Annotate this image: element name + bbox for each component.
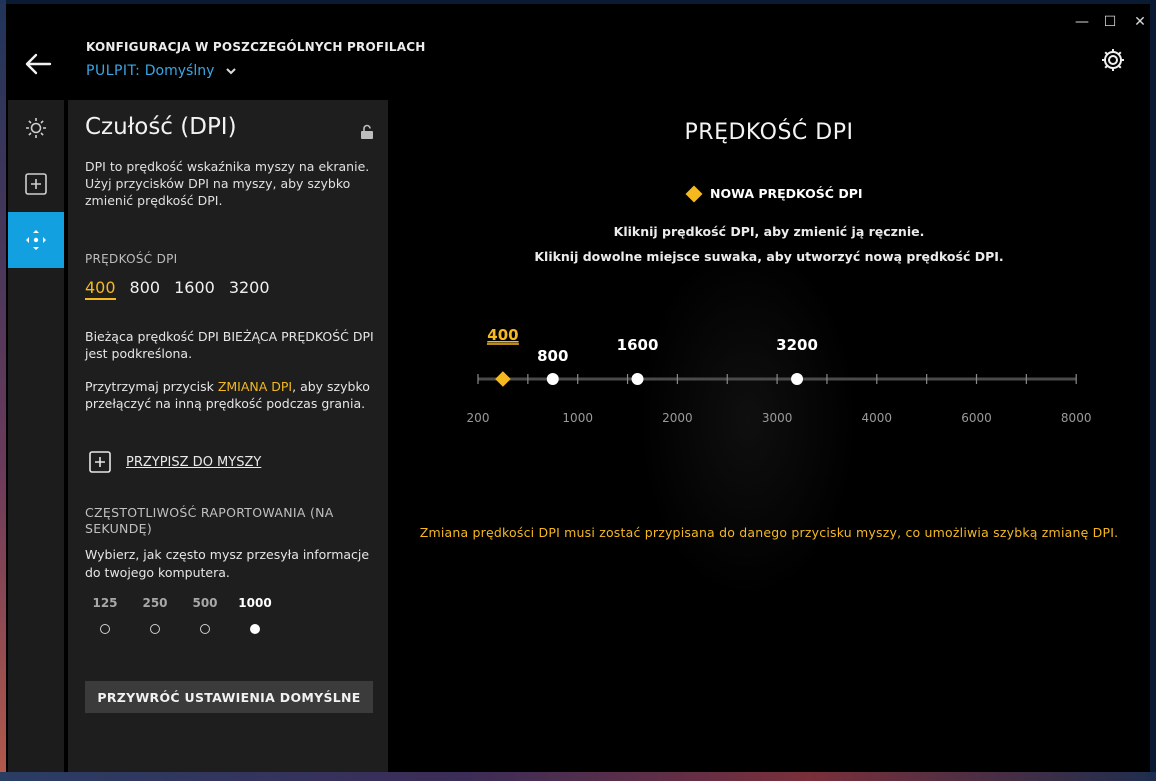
dpi-speed-list: 400 800 1600 3200 [85, 278, 270, 300]
gear-icon [1102, 49, 1124, 71]
unlock-icon [361, 124, 373, 139]
report-rate-label: CZĘSTOTLIWOŚĆ RAPORTOWANIA (NA SEKUNDĘ) [85, 505, 334, 536]
move-arrows-icon [26, 230, 46, 250]
dpi-point-label: 800 [537, 347, 568, 365]
dpi-point-selected[interactable] [495, 371, 511, 387]
plus-square-icon [25, 173, 47, 195]
axis-label: 1000 [562, 411, 593, 425]
report-rate-radio[interactable] [250, 624, 260, 634]
plus-square-icon [89, 451, 111, 473]
report-rate-option[interactable]: 125 [85, 596, 125, 634]
dpi-shift-highlight: ZMIANA DPI [217, 379, 293, 394]
hold-prefix: Przytrzymaj przycisk [85, 379, 218, 394]
report-rate-option[interactable]: 500 [185, 596, 225, 634]
maximize-button[interactable]: ☐ [1100, 12, 1120, 32]
report-rate-value: 500 [192, 596, 218, 610]
report-rate-radio[interactable] [200, 624, 210, 634]
instruction-text: Kliknij dowolne miejsce suwaka, aby utwo… [534, 249, 1004, 264]
new-dpi-legend-label: NOWA PRĘDKOŚĆ DPI [710, 186, 863, 201]
panel-description: DPI to prędkość wskaźnika myszy na ekran… [85, 159, 370, 208]
tab-sensitivity[interactable] [8, 212, 64, 268]
app-window: — ☐ ✕ KONFIGURACJA W POSZCZEGÓLNYCH PROF… [6, 4, 1150, 772]
dpi-section-label: PRĘDKOŚĆ DPI [85, 252, 178, 266]
report-rate-option[interactable]: 1000 [235, 596, 275, 634]
instruction-text: Kliknij prędkość DPI, aby zmienić ją ręc… [613, 224, 925, 239]
dpi-speed-title: PRĘDKOŚĆ DPI [684, 120, 854, 145]
sun-icon [26, 118, 46, 138]
assign-to-mouse-label: PRZYPISZ DO MYSZY [126, 454, 262, 470]
current-dpi-description: Bieżąca prędkość DPI BIEŻĄCA PRĘDKOŚĆ DP… [85, 329, 374, 361]
diamond-icon [685, 185, 703, 202]
report-rate-radio[interactable] [100, 624, 110, 634]
dpi-point-label: 400 [487, 326, 518, 344]
axis-label: 8000 [1061, 411, 1092, 425]
report-rate-value: 1000 [238, 596, 272, 610]
lock-toggle[interactable] [360, 124, 374, 144]
page-title: KONFIGURACJA W POSZCZEGÓLNYCH PROFILACH [86, 40, 426, 54]
dpi-value-option[interactable]: 400 [85, 278, 116, 300]
dpi-point[interactable] [791, 373, 804, 385]
settings-button[interactable] [1100, 47, 1126, 73]
tab-assignments[interactable] [8, 156, 64, 212]
profile-value: Domyślny [144, 63, 215, 79]
dpi-shift-description: Przytrzymaj przycisk ZMIANA DPI, aby szy… [85, 378, 381, 412]
minimize-button[interactable]: — [1072, 12, 1092, 32]
dpi-point[interactable] [631, 373, 644, 385]
reset-defaults-button[interactable]: PRZYWRÓĆ USTAWIENIA DOMYŚLNE [85, 681, 373, 713]
axis-label: 6000 [961, 411, 992, 425]
side-tabs [8, 100, 64, 772]
dpi-speed-area: PRĘDKOŚĆ DPI NOWA PRĘDKOŚĆ DPI Kliknij p… [388, 100, 1150, 772]
dpi-point-label: 3200 [776, 336, 818, 354]
desktop-background-bottom [0, 772, 1156, 781]
profile-selector[interactable]: PULPIT: Domyślny [86, 63, 237, 79]
close-button[interactable]: ✕ [1130, 12, 1150, 32]
dpi-point[interactable] [546, 373, 559, 385]
profile-label: PULPIT: [86, 63, 141, 79]
axis-label: 2000 [662, 411, 693, 425]
dpi-settings-panel: Czułość (DPI) DPI to prędkość wskaźnika … [68, 100, 388, 772]
dpi-value-option[interactable]: 1600 [174, 278, 215, 300]
dpi-value-option[interactable]: 3200 [229, 278, 270, 300]
axis-label: 4000 [862, 411, 893, 425]
back-button[interactable] [22, 50, 54, 78]
chevron-down-icon [226, 68, 236, 75]
dpi-point-label: 1600 [617, 336, 659, 354]
report-rate-radio[interactable] [150, 624, 160, 634]
dpi-slider[interactable]: 200 1000 2000 3000 4000 6000 8000 400 800 1600 320… [388, 300, 1150, 440]
report-rate-option[interactable]: 250 [135, 596, 175, 634]
dpi-assign-warning: Zmiana prędkości DPI musi zostać przypis… [419, 525, 1119, 540]
axis-label: 3000 [762, 411, 793, 425]
new-dpi-legend: NOWA PRĘDKOŚĆ DPI [685, 185, 863, 202]
report-rate-description: Wybierz, jak często mysz przesyła inform… [85, 547, 370, 580]
arrow-left-icon [25, 53, 52, 75]
report-rate-value: 250 [142, 596, 168, 610]
axis-label: 200 [467, 411, 490, 425]
panel-title: Czułość (DPI) [85, 114, 237, 140]
assign-to-mouse-button[interactable]: PRZYPISZ DO MYSZY [88, 450, 261, 474]
tab-lighting[interactable] [8, 100, 64, 156]
dpi-value-option[interactable]: 800 [130, 278, 161, 300]
report-rate-value: 125 [92, 596, 118, 610]
